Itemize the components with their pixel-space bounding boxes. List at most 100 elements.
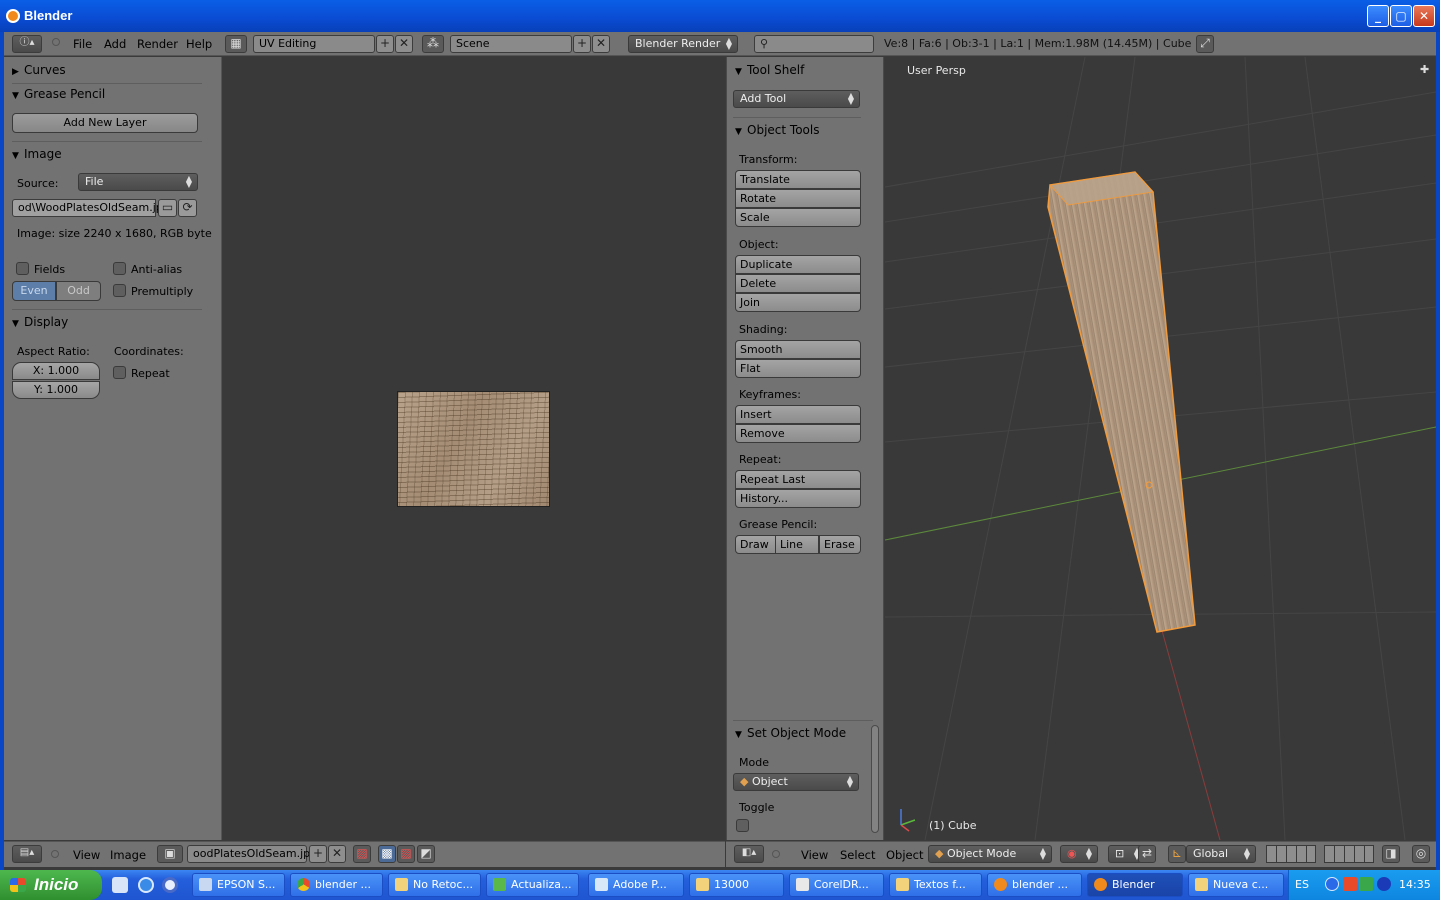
screen-layout-field[interactable]: UV Editing <box>253 35 375 53</box>
window-title-bar[interactable]: Blender _ ▢ ✕ <box>0 0 1440 32</box>
panel-image[interactable]: ▼ Image <box>12 147 204 167</box>
aspect-x-field[interactable]: X: 1.000 <box>12 362 100 380</box>
scale-button[interactable]: Scale <box>735 208 861 227</box>
editor-type-icon[interactable]: ◧▴ <box>734 845 764 863</box>
tray-audio-icon[interactable] <box>1377 877 1391 891</box>
quicklaunch-media-icon[interactable] <box>162 877 178 893</box>
quicklaunch-browser-icon[interactable] <box>138 877 154 893</box>
lock-layers-icon[interactable]: ◨ <box>1382 845 1400 863</box>
start-button[interactable]: Inicio <box>0 870 102 900</box>
set-object-mode-header[interactable]: ▼ Set Object Mode <box>735 726 865 746</box>
menu-add[interactable]: Add <box>104 37 126 51</box>
tray-app-icon[interactable] <box>1343 877 1357 891</box>
premultiply-checkbox[interactable] <box>113 284 126 297</box>
interaction-mode-select[interactable]: ◆ Object Mode ▲ ▼ <box>928 845 1052 863</box>
translate-button[interactable]: Translate <box>735 170 861 189</box>
collapse-menu-icon[interactable] <box>52 38 60 46</box>
scene-icon[interactable]: ⁂ <box>422 35 444 53</box>
draw-button[interactable]: Draw <box>735 535 776 554</box>
flat-button[interactable]: Flat <box>735 359 861 378</box>
language-indicator[interactable]: ES <box>1295 878 1309 891</box>
object-tools-header[interactable]: ▼ Object Tools <box>735 123 865 143</box>
task-actualiza[interactable]: Actualiza... <box>486 873 579 897</box>
menu-help[interactable]: Help <box>186 37 212 51</box>
file-browse-icon[interactable]: ▭ <box>158 199 177 217</box>
task-nueva[interactable]: Nueva c... <box>1188 873 1284 897</box>
task-coreldraw[interactable]: CorelDR... <box>789 873 884 897</box>
add-new-layer-button[interactable]: Add New Layer <box>12 113 198 133</box>
screen-layout-icon[interactable]: ▦ <box>225 35 247 53</box>
task-blender-active[interactable]: Blender <box>1087 873 1183 897</box>
toggle-checkbox[interactable] <box>736 819 749 832</box>
add-scene-icon[interactable]: + <box>573 35 591 53</box>
minimize-button[interactable]: _ <box>1367 5 1389 27</box>
panel-grease-pencil[interactable]: ▼ Grease Pencil <box>12 87 204 107</box>
tray-network-icon[interactable] <box>1359 877 1373 891</box>
odd-toggle[interactable]: Odd <box>56 281 101 301</box>
viewport-shading-select[interactable]: ◉ ▲ ▼ <box>1060 845 1098 863</box>
anti-alias-checkbox[interactable] <box>113 262 126 275</box>
quicklaunch-ie-icon[interactable] <box>112 877 128 893</box>
image-name-field[interactable]: oodPlatesOldSeam.jpg <box>187 845 317 863</box>
proportional-edit-icon[interactable]: ◎ <box>1412 845 1430 863</box>
remove-keyframe-button[interactable]: Remove <box>735 424 861 443</box>
even-toggle[interactable]: Even <box>12 281 56 301</box>
add-screen-icon[interactable]: + <box>376 35 394 53</box>
panel-curves[interactable]: ▶ Curves <box>12 63 204 83</box>
tool-shelf-scrollbar[interactable] <box>871 725 879 833</box>
fullscreen-icon[interactable]: ⤢ <box>1196 35 1214 53</box>
task-textos[interactable]: Textos f... <box>889 873 982 897</box>
source-select[interactable]: File ▲ ▼ <box>78 173 198 191</box>
aspect-y-field[interactable]: Y: 1.000 <box>12 381 100 399</box>
wood-texture-image[interactable] <box>397 391 550 507</box>
tray-arrow-icon[interactable] <box>1325 877 1339 891</box>
menu-file[interactable]: File <box>73 37 92 51</box>
history-button[interactable]: History... <box>735 489 861 508</box>
image-filepath-input[interactable]: od\WoodPlatesOldSeam.jpg <box>12 199 170 217</box>
menu-object[interactable]: Object <box>886 848 923 862</box>
viewport-properties-icon[interactable]: ✚ <box>1420 63 1429 76</box>
erase-button[interactable]: Erase <box>819 535 861 554</box>
alpha-channel-icon[interactable]: ▨ <box>397 845 415 863</box>
join-button[interactable]: Join <box>735 293 861 312</box>
layer-buttons-left[interactable] <box>1266 845 1316 863</box>
rotate-button[interactable]: Rotate <box>735 189 861 208</box>
menu-view[interactable]: View <box>801 848 828 862</box>
repeat-checkbox[interactable] <box>113 366 126 379</box>
repeat-last-button[interactable]: Repeat Last <box>735 470 861 489</box>
fields-checkbox[interactable] <box>16 262 29 275</box>
menu-image[interactable]: Image <box>110 848 146 862</box>
task-epson[interactable]: EPSON S... <box>192 873 285 897</box>
new-image-icon[interactable]: + <box>309 845 327 863</box>
task-no-retoc[interactable]: No Retoc... <box>388 873 481 897</box>
menu-select[interactable]: Select <box>840 848 875 862</box>
image-browse-icon[interactable]: ▣ <box>157 845 183 863</box>
reload-image-icon[interactable]: ⟳ <box>178 199 197 217</box>
3d-viewport[interactable]: User Persp ✚ (1) Cube <box>885 57 1436 840</box>
smooth-button[interactable]: Smooth <box>735 340 861 359</box>
menu-view[interactable]: View <box>73 848 100 862</box>
duplicate-button[interactable]: Duplicate <box>735 255 861 274</box>
collapse-menu-icon[interactable] <box>772 850 780 858</box>
layer-buttons-right[interactable] <box>1324 845 1374 863</box>
menu-render[interactable]: Render <box>137 37 178 51</box>
delete-button[interactable]: Delete <box>735 274 861 293</box>
collapse-menu-icon[interactable] <box>51 850 59 858</box>
add-tool-select[interactable]: Add Tool ▲ ▼ <box>733 90 860 108</box>
draw-channels-icon[interactable]: ▩ <box>378 845 396 863</box>
scene-field[interactable]: Scene <box>450 35 572 53</box>
manipulator-icon[interactable]: ⇄ <box>1138 845 1156 863</box>
task-blender-browser-2[interactable]: blender ... <box>987 873 1082 897</box>
unlink-image-icon[interactable]: ✕ <box>328 845 346 863</box>
task-13000[interactable]: 13000 <box>689 873 784 897</box>
search-input[interactable]: ⚲ <box>754 35 874 53</box>
line-button[interactable]: Line <box>775 535 819 554</box>
close-button[interactable]: ✕ <box>1413 5 1435 27</box>
editor-type-icon[interactable]: ▤▴ <box>12 845 42 863</box>
panel-display[interactable]: ▼ Display <box>12 315 204 335</box>
transform-orientation-select[interactable]: Global ▲ ▼ <box>1186 845 1256 863</box>
tool-shelf-header[interactable]: ▼ Tool Shelf <box>735 63 865 83</box>
mode-select[interactable]: ◆ Object ▲ ▼ <box>733 773 859 791</box>
maximize-button[interactable]: ▢ <box>1390 5 1412 27</box>
remove-scene-icon[interactable]: ✕ <box>592 35 610 53</box>
